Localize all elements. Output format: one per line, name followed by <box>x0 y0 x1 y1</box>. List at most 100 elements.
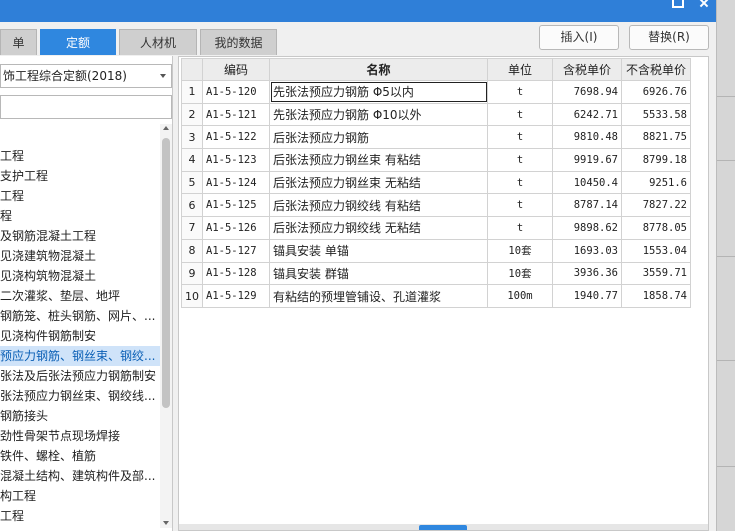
row-number[interactable]: 7 <box>181 216 203 240</box>
column-header-price-notax[interactable]: 不含税单价 <box>621 58 691 81</box>
cell-code[interactable]: A1-5-122 <box>202 125 270 150</box>
cell-price-notax[interactable]: 8821.75 <box>621 125 691 150</box>
cell-unit[interactable]: 10套 <box>487 261 553 286</box>
cell-unit[interactable]: 10套 <box>487 238 553 263</box>
tree-item[interactable]: 二次灌浆、垫层、地坪 <box>0 286 160 306</box>
cell-unit[interactable]: t <box>487 193 553 218</box>
cell-price-notax[interactable]: 8778.05 <box>621 216 691 240</box>
table-row[interactable]: 2 A1-5-121 先张法预应力钢筋 Φ10以外 t 6242.71 5533.58 <box>181 102 691 127</box>
restore-icon[interactable] <box>664 0 688 14</box>
quota-library-select[interactable]: 饰工程综合定额(2018) <box>0 64 172 88</box>
tree-item[interactable]: 构工程 <box>0 486 160 506</box>
tree-item[interactable]: 张法及后张法预应力钢筋制安 <box>0 366 160 386</box>
cell-name[interactable]: 后张法预应力钢筋 <box>269 125 488 150</box>
tree-item[interactable]: 工程 <box>0 506 160 526</box>
table-row[interactable]: 5 A1-5-124 后张法预应力钢丝束 无粘结 t 10450.4 9251.6 <box>181 170 691 195</box>
cell-price-tax[interactable]: 10450.4 <box>552 170 622 195</box>
tree-item[interactable]: 工程 <box>0 186 160 206</box>
cell-code[interactable]: A1-5-127 <box>202 238 270 263</box>
cell-price-notax[interactable]: 6926.76 <box>621 80 691 104</box>
scroll-up-icon[interactable] <box>163 126 169 130</box>
tree-item[interactable]: 支护工程 <box>0 166 160 186</box>
cell-price-tax[interactable]: 8787.14 <box>552 193 622 218</box>
row-number[interactable]: 3 <box>181 125 203 150</box>
cell-price-tax[interactable]: 6242.71 <box>552 102 622 127</box>
cell-name[interactable]: 后张法预应力钢绞线 无粘结 <box>269 216 488 240</box>
table-row[interactable]: 8 A1-5-127 锚具安装 单锚 10套 1693.03 1553.04 <box>181 238 691 263</box>
tree-item[interactable]: 见浇构筑物混凝土 <box>0 266 160 286</box>
row-number[interactable]: 6 <box>181 193 203 218</box>
table-row[interactable]: 3 A1-5-122 后张法预应力钢筋 t 9810.48 8821.75 <box>181 125 691 150</box>
row-number[interactable]: 10 <box>181 284 203 308</box>
table-row[interactable]: 1 A1-5-120 先张法预应力钢筋 Φ5以内 t 7698.94 6926.76 <box>181 80 691 104</box>
cell-unit[interactable]: t <box>487 102 553 127</box>
scroll-thumb[interactable] <box>162 138 170 408</box>
column-header-code[interactable]: 编码 <box>202 58 270 81</box>
cell-name[interactable]: 后张法预应力钢绞线 有粘结 <box>269 193 488 218</box>
row-number[interactable]: 9 <box>181 261 203 286</box>
panel-toggle-handle[interactable] <box>419 525 467 530</box>
cell-code[interactable]: A1-5-126 <box>202 216 270 240</box>
cell-name[interactable]: 先张法预应力钢筋 Φ5以内 <box>269 80 488 104</box>
row-number[interactable]: 1 <box>181 80 203 104</box>
tree-item[interactable]: 预应力钢筋、钢丝束、钢绞... <box>0 346 160 366</box>
column-header-price-tax[interactable]: 含税单价 <box>552 58 622 81</box>
tree-item[interactable]: 钢筋笼、桩头钢筋、网片、... <box>0 306 160 326</box>
row-number[interactable]: 4 <box>181 148 203 172</box>
cell-unit[interactable]: t <box>487 80 553 104</box>
cell-price-notax[interactable]: 5533.58 <box>621 102 691 127</box>
cell-price-tax[interactable]: 9898.62 <box>552 216 622 240</box>
tree-item[interactable]: 劲性骨架节点现场焊接 <box>0 426 160 446</box>
cell-price-notax[interactable]: 7827.22 <box>621 193 691 218</box>
tree-item[interactable]: 张法预应力钢丝束、钢绞线... <box>0 386 160 406</box>
tab-my-data[interactable]: 我的数据 <box>200 29 277 55</box>
cell-price-notax[interactable]: 8799.18 <box>621 148 691 172</box>
table-row[interactable]: 9 A1-5-128 锚具安装 群锚 10套 3936.36 3559.71 <box>181 261 691 286</box>
cell-code[interactable]: A1-5-124 <box>202 170 270 195</box>
scroll-down-icon[interactable] <box>163 521 169 525</box>
cell-price-tax[interactable]: 1940.77 <box>552 284 622 308</box>
chevron-down-icon[interactable] <box>160 74 166 78</box>
cell-price-tax[interactable]: 9810.48 <box>552 125 622 150</box>
cell-code[interactable]: A1-5-129 <box>202 284 270 308</box>
row-number[interactable]: 5 <box>181 170 203 195</box>
table-row[interactable]: 6 A1-5-125 后张法预应力钢绞线 有粘结 t 8787.14 7827.22 <box>181 193 691 218</box>
cell-unit[interactable]: t <box>487 125 553 150</box>
cell-code[interactable]: A1-5-123 <box>202 148 270 172</box>
row-number[interactable]: 2 <box>181 102 203 127</box>
table-row[interactable]: 7 A1-5-126 后张法预应力钢绞线 无粘结 t 9898.62 8778.05 <box>181 216 691 240</box>
insert-button[interactable]: 插入(I) <box>539 25 619 50</box>
cell-name[interactable]: 锚具安装 单锚 <box>269 238 488 263</box>
cell-code[interactable]: A1-5-120 <box>202 80 270 104</box>
cell-name[interactable]: 后张法预应力钢丝束 有粘结 <box>269 148 488 172</box>
cell-unit[interactable]: 100m <box>487 284 553 308</box>
tree-scrollbar[interactable] <box>160 124 172 528</box>
cell-name[interactable]: 后张法预应力钢丝束 无粘结 <box>269 170 488 195</box>
cell-price-tax[interactable]: 9919.67 <box>552 148 622 172</box>
tree-item[interactable]: 及钢筋混凝土工程 <box>0 226 160 246</box>
tab-labor-material-machine[interactable]: 人材机 <box>119 29 197 55</box>
cell-name[interactable]: 有粘结的预埋管铺设、孔道灌浆 <box>269 284 488 308</box>
tab-quota[interactable]: 定额 <box>40 29 116 55</box>
tree-item[interactable]: 工程 <box>0 146 160 166</box>
cell-code[interactable]: A1-5-121 <box>202 102 270 127</box>
tree-search-input[interactable] <box>0 95 172 119</box>
cell-code[interactable]: A1-5-128 <box>202 261 270 286</box>
cell-price-notax[interactable]: 1553.04 <box>621 238 691 263</box>
cell-code[interactable]: A1-5-125 <box>202 193 270 218</box>
cell-price-tax[interactable]: 3936.36 <box>552 261 622 286</box>
cell-unit[interactable]: t <box>487 148 553 172</box>
cell-price-notax[interactable]: 1858.74 <box>621 284 691 308</box>
tree-item[interactable]: 钢筋接头 <box>0 406 160 426</box>
cell-name[interactable]: 先张法预应力钢筋 Φ10以外 <box>269 102 488 127</box>
cell-unit[interactable]: t <box>487 170 553 195</box>
cell-unit[interactable]: t <box>487 216 553 240</box>
cell-price-tax[interactable]: 1693.03 <box>552 238 622 263</box>
row-number[interactable]: 8 <box>181 238 203 263</box>
cell-price-notax[interactable]: 3559.71 <box>621 261 691 286</box>
replace-button[interactable]: 替换(R) <box>629 25 709 50</box>
tree-item[interactable]: 混凝土结构、建筑构件及部... <box>0 466 160 486</box>
cell-price-notax[interactable]: 9251.6 <box>621 170 691 195</box>
tree-item[interactable]: 见浇构件钢筋制安 <box>0 326 160 346</box>
tree-item[interactable]: 见浇建筑物混凝土 <box>0 246 160 266</box>
